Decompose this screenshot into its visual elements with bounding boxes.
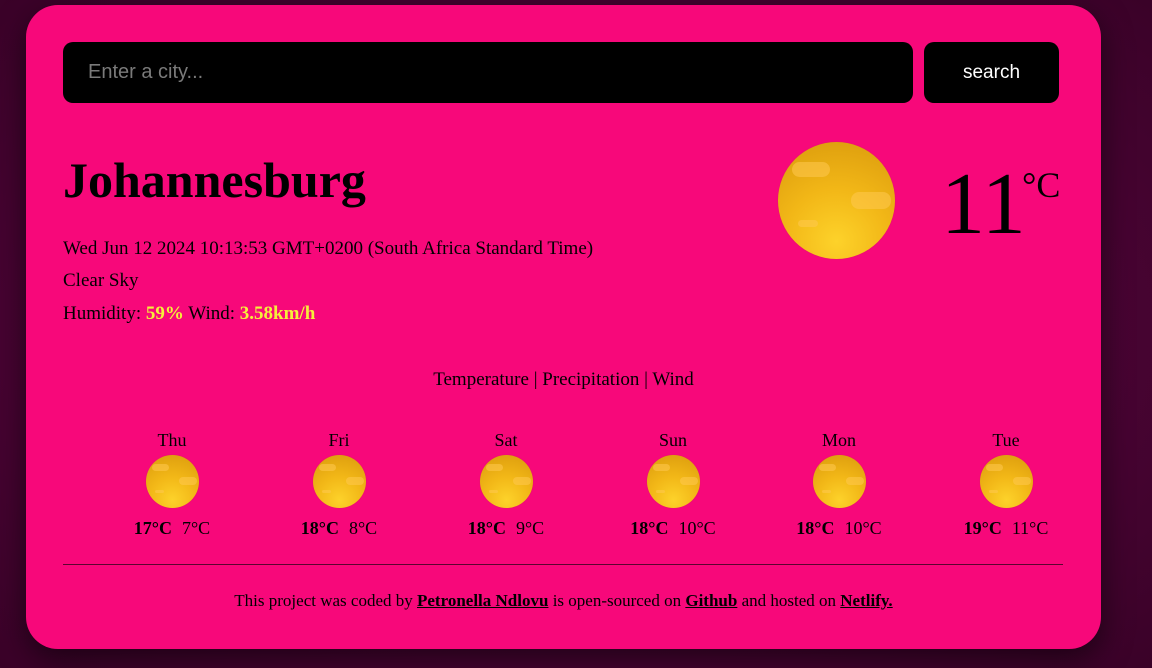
forecast-day-name: Fri: [328, 430, 350, 450]
sun-icon: [980, 455, 1033, 508]
wind-value: 3.58km/h: [239, 303, 316, 324]
footer-text: is open-sourced on: [548, 591, 686, 610]
forecast-min-temp: 8°C: [348, 518, 378, 538]
weather-description: Clear Sky: [63, 270, 139, 291]
sun-icon: [813, 455, 866, 508]
footer-text: and hosted on: [737, 591, 841, 610]
forecast-temps: 17°C 7°C: [112, 519, 232, 537]
forecast-min-temp: 9°C: [515, 518, 545, 538]
humidity-value: 59%: [145, 303, 184, 324]
forecast-day-name: Mon: [821, 430, 856, 450]
forecast-tabs: Temperature | Precipitation | Wind: [26, 370, 1101, 389]
forecast-min-temp: 7°C: [181, 518, 211, 538]
author-link[interactable]: Petronella Ndlovu: [417, 591, 548, 610]
forecast-max-temp: 18°C: [630, 518, 669, 538]
tab-separator: |: [639, 369, 653, 390]
forecast-day-name: Thu: [157, 430, 187, 450]
forecast-min-temp: 10°C: [678, 518, 716, 538]
forecast-max-temp: 17°C: [133, 518, 172, 538]
github-link[interactable]: Github: [685, 591, 737, 610]
forecast-max-temp: 18°C: [796, 518, 835, 538]
forecast-temps: 19°C 11°C: [946, 519, 1066, 537]
forecast-day-name: Sat: [494, 430, 518, 450]
wind-label: Wind:: [183, 303, 240, 324]
tab-precipitation[interactable]: Precipitation: [542, 369, 639, 390]
tab-temperature[interactable]: Temperature: [433, 369, 529, 390]
forecast-temps: 18°C 8°C: [279, 519, 399, 537]
forecast-day: Fri 18°C 8°C: [279, 430, 399, 537]
search-form: search: [63, 42, 1059, 103]
search-button[interactable]: search: [924, 42, 1059, 103]
weather-card: search Johannesburg Wed Jun 12 2024 10:1…: [26, 5, 1101, 649]
humidity-label: Humidity:: [63, 303, 146, 324]
forecast-day: Tue 19°C 11°C: [946, 430, 1066, 537]
forecast-min-temp: 10°C: [844, 518, 882, 538]
humidity-wind-line: Humidity: 59% Wind: 3.58km/h: [63, 304, 315, 323]
sun-icon: [480, 455, 533, 508]
tab-separator: |: [528, 369, 543, 390]
netlify-link[interactable]: Netlify.: [840, 591, 892, 610]
forecast-row: Thu 17°C 7°C Fri 18°C 8°C Sat 18°C 9°C S…: [63, 431, 1063, 541]
sun-icon: [146, 455, 199, 508]
forecast-max-temp: 18°C: [467, 518, 506, 538]
forecast-temps: 18°C 10°C: [779, 519, 899, 537]
forecast-min-temp: 11°C: [1011, 518, 1049, 538]
forecast-temps: 18°C 9°C: [446, 519, 566, 537]
footer: This project was coded by Petronella Ndl…: [26, 592, 1101, 609]
sun-icon: [313, 455, 366, 508]
forecast-day-name: Sun: [658, 430, 687, 450]
forecast-day: Thu 17°C 7°C: [112, 430, 232, 537]
city-name: Johannesburg: [63, 152, 366, 208]
footer-text: This project was coded by: [234, 591, 417, 610]
divider: [63, 564, 1063, 565]
forecast-day: Mon 18°C 10°C: [779, 430, 899, 537]
sun-icon: [647, 455, 700, 508]
forecast-day: Sun 18°C 10°C: [613, 430, 733, 537]
temperature-unit: °C: [1022, 165, 1061, 205]
current-date: Wed Jun 12 2024 10:13:53 GMT+0200 (South…: [63, 238, 594, 259]
forecast-day: Sat 18°C 9°C: [446, 430, 566, 537]
tab-wind[interactable]: Wind: [652, 369, 693, 390]
current-temperature: 11: [941, 156, 1026, 253]
search-input[interactable]: [63, 42, 913, 103]
forecast-day-name: Tue: [992, 430, 1020, 450]
sun-icon: [778, 142, 895, 259]
forecast-max-temp: 19°C: [963, 518, 1002, 538]
forecast-max-temp: 18°C: [300, 518, 339, 538]
forecast-temps: 18°C 10°C: [613, 519, 733, 537]
